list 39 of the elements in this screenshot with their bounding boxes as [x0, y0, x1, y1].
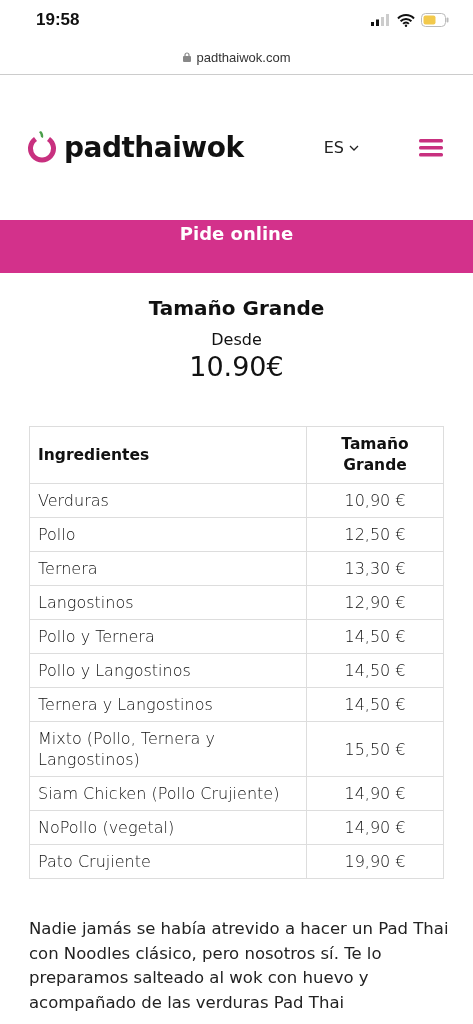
- table-cell: Verduras: [29, 483, 307, 518]
- table-cell: 14,50 €: [306, 687, 444, 722]
- table-header: Ingredientes: [29, 426, 307, 484]
- table-header: Tamaño Grande: [306, 426, 444, 484]
- table-cell: NoPollo (vegetal): [29, 810, 307, 845]
- table-cell: 15,50 €: [306, 721, 444, 777]
- table-cell: 12,50 €: [306, 517, 444, 552]
- lock-icon: [182, 52, 191, 62]
- table-cell: 14,50 €: [306, 619, 444, 654]
- chevron-down-icon: [349, 144, 359, 151]
- table-cell: Pollo: [29, 517, 307, 552]
- table-cell: Ternera y Langostinos: [29, 687, 307, 722]
- battery-icon: [421, 13, 449, 27]
- table-cell: 13,30 €: [306, 551, 444, 586]
- status-time: 19:58: [36, 10, 80, 30]
- table-cell: Mixto (Pollo, Ternera y Langostinos): [29, 721, 307, 777]
- product-price: 10.90€: [189, 351, 284, 382]
- table-cell: 19,90 €: [306, 844, 444, 879]
- wifi-icon: [397, 13, 415, 27]
- table-cell: Pato Crujiente: [29, 844, 307, 879]
- logo-text[interactable]: padthaiwok: [64, 131, 244, 164]
- url-text[interactable]: padthaiwok.com: [196, 49, 291, 65]
- banner-title: Pide online: [179, 223, 294, 244]
- table-cell: Pollo y Ternera: [29, 619, 307, 654]
- table-cell: 10,90 €: [306, 483, 444, 518]
- table-cell: 14,90 €: [306, 776, 444, 811]
- table-cell: Ternera: [29, 551, 307, 586]
- table-cell: Langostinos: [29, 585, 307, 620]
- table-cell: 14,90 €: [306, 810, 444, 845]
- menu-icon[interactable]: [419, 138, 443, 157]
- signal-icon: [371, 14, 391, 26]
- table-cell: Siam Chicken (Pollo Crujiente): [29, 776, 307, 811]
- product-title: Tamaño Grande: [148, 296, 325, 320]
- table-cell: 14,50 €: [306, 653, 444, 688]
- language-selector[interactable]: ES: [323, 138, 359, 157]
- from-label: Desde: [211, 330, 262, 349]
- table-cell: Pollo y Langostinos: [29, 653, 307, 688]
- description-paragraph: Nadie jamás se había atrevido a hacer un Pad Thai con Noodles clásico, pero nosotros sí. Te lo preparamos salteado al wok con huevo y acompañado de las verduras Pad Thai: [29, 918, 449, 1014]
- table-cell: 12,90 €: [306, 585, 444, 620]
